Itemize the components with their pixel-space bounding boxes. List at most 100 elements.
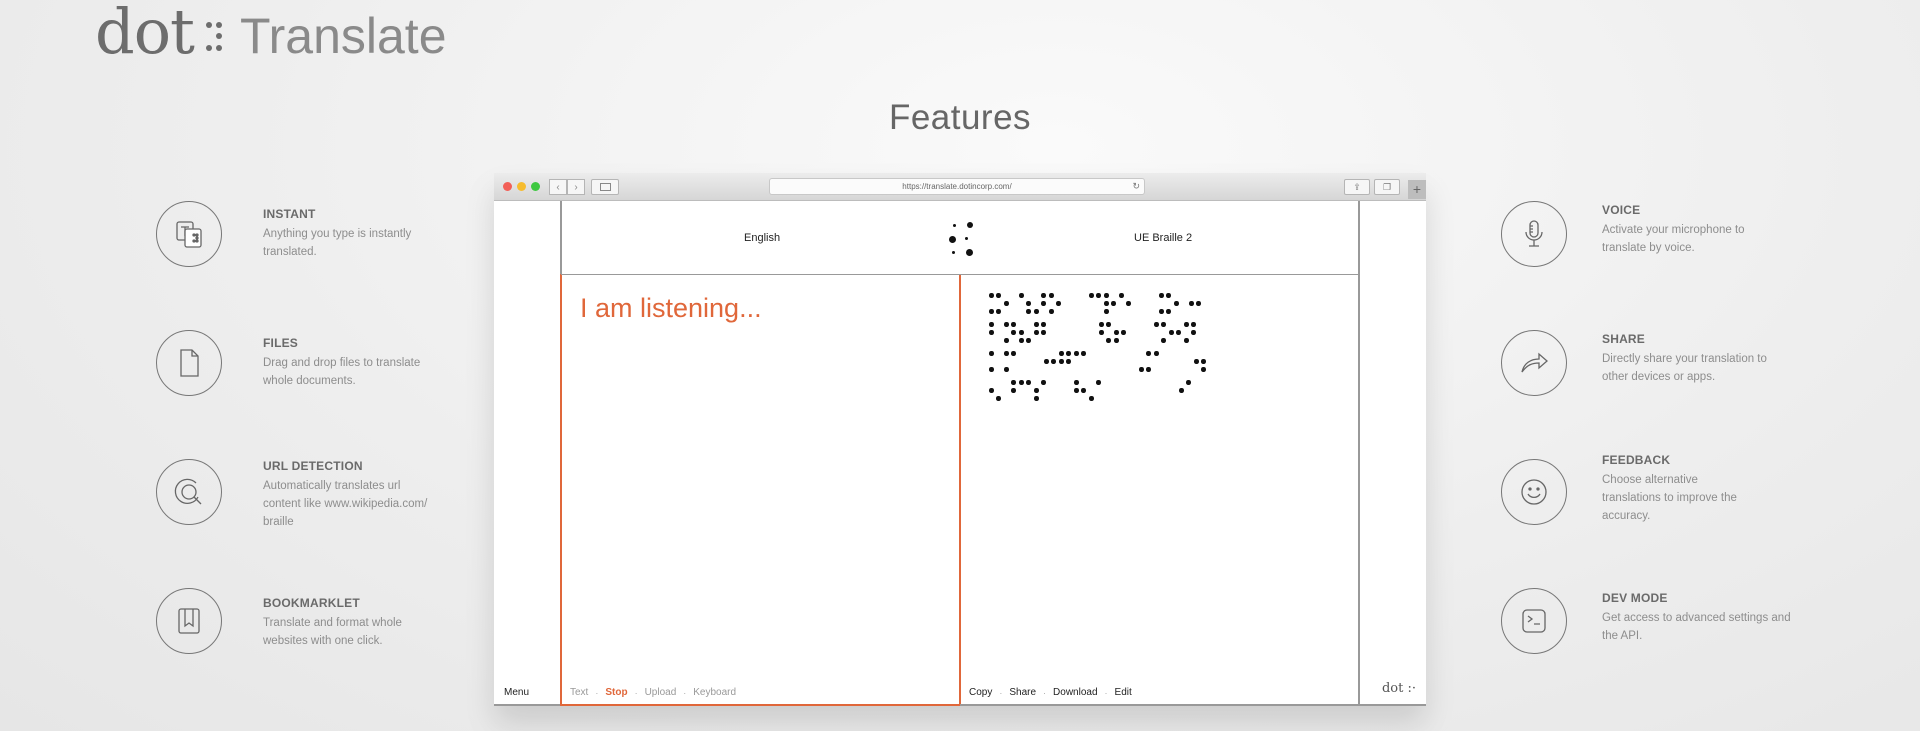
feature-desc: Activate your microphone to translate by… xyxy=(1602,224,1745,254)
braille-dot xyxy=(1179,388,1184,393)
braille-dot xyxy=(1201,367,1206,372)
feature-desc: Anything you type is instantly translate… xyxy=(263,228,412,258)
braille-cell xyxy=(1074,351,1086,371)
text-mode-button[interactable]: Text xyxy=(570,687,588,698)
braille-cell xyxy=(1099,322,1111,343)
braille-cell xyxy=(1034,380,1046,401)
braille-dot xyxy=(1056,301,1061,306)
braille-cell xyxy=(1129,322,1151,342)
braille-line xyxy=(989,380,1219,401)
terminal-icon xyxy=(1501,588,1567,654)
target-language[interactable]: UE Braille 2 xyxy=(1134,232,1192,244)
feature-dev-mode: DEV MODE Get access to advanced settings… xyxy=(1501,588,1791,654)
copy-button[interactable]: Copy xyxy=(969,687,992,698)
braille-dot xyxy=(989,330,994,335)
braille-cell xyxy=(1129,380,1151,400)
braille-cell xyxy=(1064,293,1086,313)
bookmark-icon xyxy=(156,588,222,654)
url-bar[interactable]: https://translate.dotincorp.com/ ↻ xyxy=(769,178,1145,195)
reload-icon[interactable]: ↻ xyxy=(1132,179,1140,194)
braille-dots-icon xyxy=(204,18,226,58)
braille-cell xyxy=(989,351,1001,372)
swap-languages-icon[interactable] xyxy=(949,220,979,260)
new-tab-icon[interactable]: + xyxy=(1408,180,1426,199)
braille-dot xyxy=(1066,351,1071,356)
braille-cell xyxy=(1154,322,1166,343)
braille-dot xyxy=(1074,380,1079,385)
braille-cell xyxy=(1034,322,1046,342)
braille-cell xyxy=(1194,351,1206,372)
braille-line xyxy=(989,322,1219,343)
braille-cell xyxy=(1194,380,1216,400)
braille-dot xyxy=(996,309,1001,314)
braille-dot xyxy=(1201,359,1206,364)
microphone-icon xyxy=(1501,201,1567,267)
braille-dot xyxy=(1019,380,1024,385)
braille-dot xyxy=(1081,351,1086,356)
braille-cell xyxy=(1059,351,1071,371)
braille-dot xyxy=(1104,309,1109,314)
braille-dot xyxy=(1004,367,1009,372)
braille-dot xyxy=(1099,330,1104,335)
braille-dot xyxy=(1154,322,1159,327)
braille-dot xyxy=(1049,309,1054,314)
source-language[interactable]: English xyxy=(744,232,780,244)
download-button[interactable]: Download xyxy=(1053,687,1097,698)
menu-label[interactable]: Menu xyxy=(504,687,529,698)
window-controls xyxy=(503,182,540,191)
braille-dot xyxy=(1146,351,1151,356)
share-browser-icon[interactable]: ⇪ xyxy=(1344,179,1370,195)
feature-name: SHARE xyxy=(1602,332,1646,346)
upload-button[interactable]: Upload xyxy=(645,687,677,698)
separator: · xyxy=(634,687,638,698)
braille-dot xyxy=(989,293,994,298)
braille-dot xyxy=(1096,293,1101,298)
back-icon[interactable]: ‹ xyxy=(549,179,567,195)
mini-logo: dot :· xyxy=(1381,681,1416,696)
feature-desc: Translate and format whole websites with… xyxy=(263,617,402,647)
braille-dot xyxy=(1011,351,1016,356)
feature-bookmarklet: BOOKMARKLET Translate and format whole w… xyxy=(156,588,443,654)
braille-cell xyxy=(1049,293,1061,314)
braille-dot xyxy=(1011,330,1016,335)
stop-button[interactable]: Stop xyxy=(605,687,627,698)
menu-link[interactable]: Menu xyxy=(504,687,529,698)
braille-dot xyxy=(1146,367,1151,372)
braille-dot xyxy=(1011,388,1016,393)
input-text[interactable]: I am listening... xyxy=(580,293,762,324)
braille-dot xyxy=(1104,301,1109,306)
tabs-icon[interactable]: ❐ xyxy=(1374,179,1400,195)
keyboard-button[interactable]: Keyboard xyxy=(693,687,736,698)
braille-dot xyxy=(1066,359,1071,364)
braille-dot xyxy=(1049,293,1054,298)
braille-cell xyxy=(989,293,1001,314)
browser-window: ‹ › https://translate.dotincorp.com/ ↻ ⇪… xyxy=(494,173,1426,706)
braille-dot xyxy=(1034,330,1039,335)
braille-dot xyxy=(996,396,1001,401)
sidebar-right-bottom-border xyxy=(1360,704,1426,706)
edit-button[interactable]: Edit xyxy=(1115,687,1132,698)
braille-dot xyxy=(1019,293,1024,298)
zoom-icon[interactable] xyxy=(531,182,540,191)
minimize-icon[interactable] xyxy=(517,182,526,191)
braille-cell xyxy=(1169,351,1191,371)
share-button[interactable]: Share xyxy=(1009,687,1036,698)
close-icon[interactable] xyxy=(503,182,512,191)
braille-dot xyxy=(989,309,994,314)
braille-dot xyxy=(1011,322,1016,327)
braille-dot xyxy=(1191,330,1196,335)
braille-cell xyxy=(1004,293,1016,313)
forward-icon[interactable]: › xyxy=(567,179,585,195)
braille-dot xyxy=(1119,293,1124,298)
logo-dot-word: dot xyxy=(95,0,195,68)
logo-translate-word: Translate xyxy=(239,8,447,64)
braille-dot xyxy=(1004,351,1009,356)
feature-name: INSTANT xyxy=(263,207,316,221)
braille-dot xyxy=(1004,322,1009,327)
braille-dot xyxy=(1059,351,1064,356)
braille-cell xyxy=(1089,293,1101,313)
braille-line xyxy=(989,351,1219,372)
braille-dot xyxy=(996,293,1001,298)
braille-dot xyxy=(1089,293,1094,298)
sidebar-toggle-icon[interactable] xyxy=(591,179,619,195)
